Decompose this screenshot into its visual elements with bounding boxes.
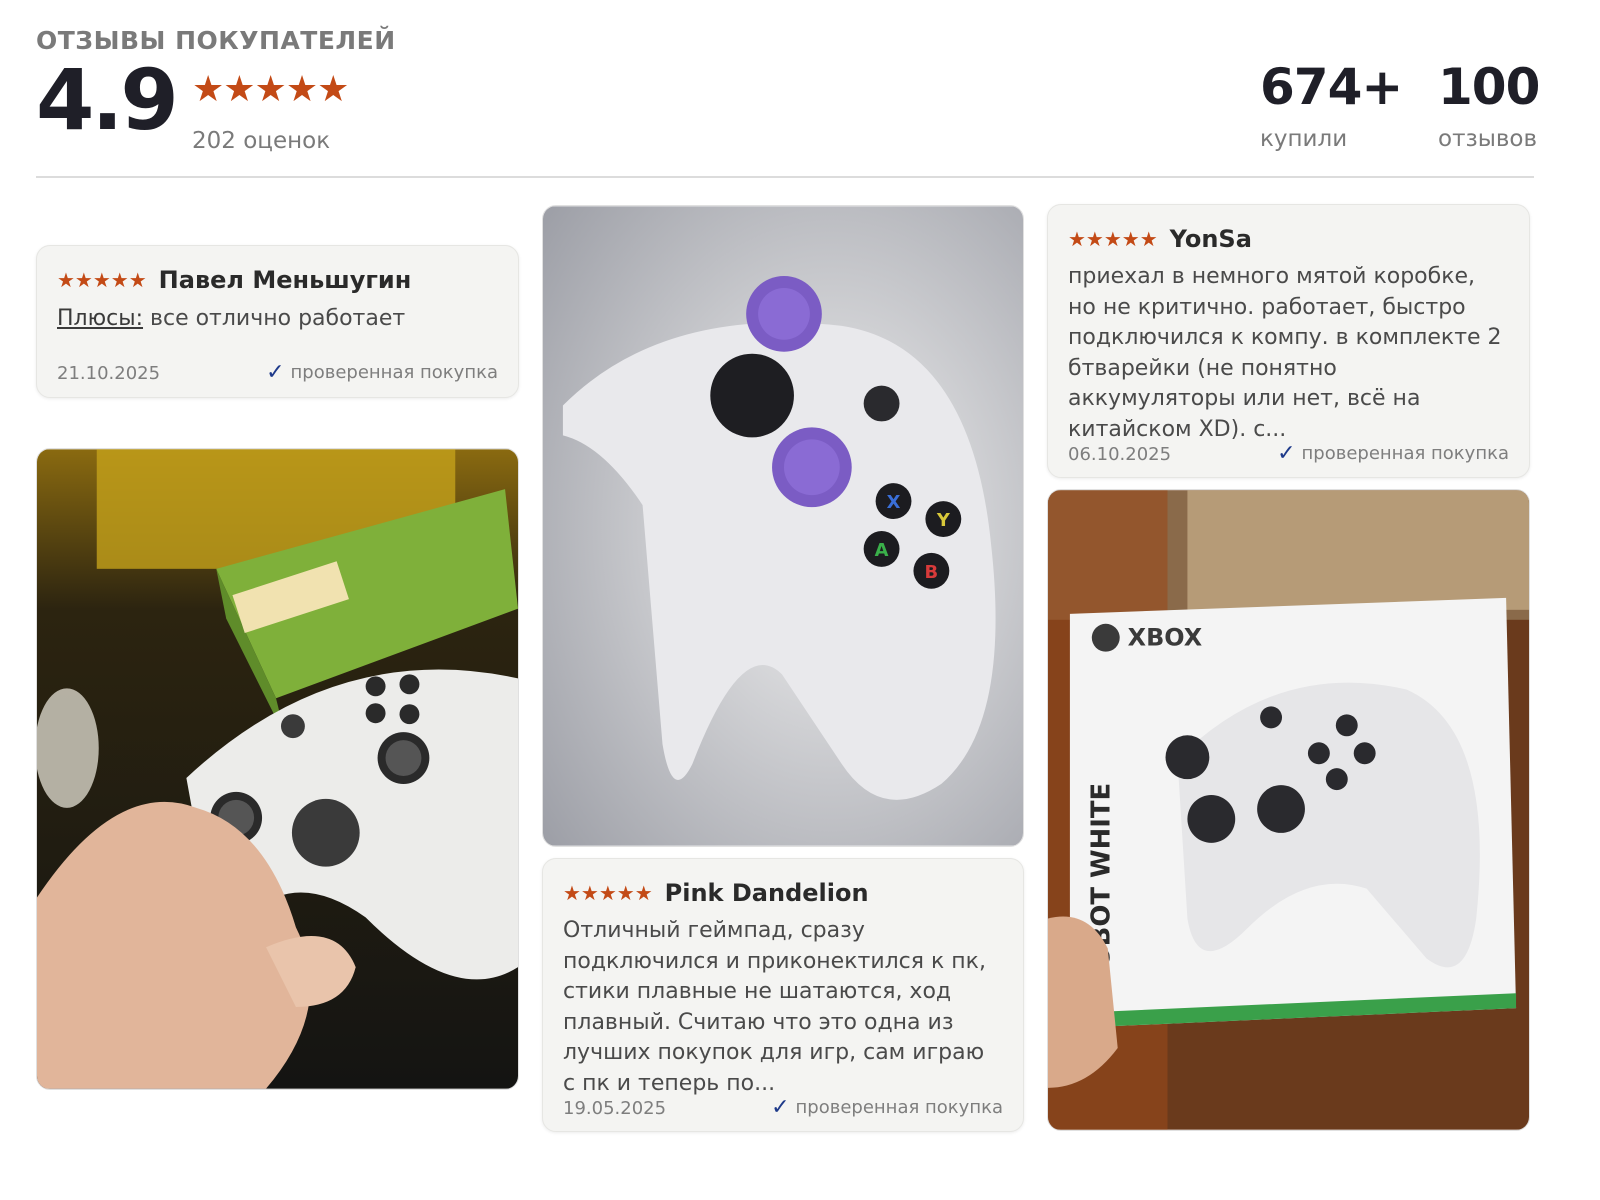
pros-text: все отлично работает [143, 306, 406, 331]
button-b-letter: B [925, 562, 939, 583]
review-date: 06.10.2025 [1068, 444, 1172, 465]
reviews-value: 100 [1438, 58, 1540, 116]
verified-badge: ✓ проверенная покупка [771, 1095, 1003, 1120]
review-author: YonSa [1169, 225, 1252, 253]
bought-label: купили [1260, 126, 1348, 152]
average-rating: 4.9 [36, 51, 179, 149]
review-photo[interactable]: XBOX ROBOT WHITE [1047, 489, 1530, 1131]
review-author: Павел Меньшугин [158, 266, 412, 294]
check-icon: ✓ [1277, 441, 1296, 466]
verified-badge: ✓ проверенная покупка [1277, 441, 1509, 466]
button-y-letter: Y [936, 510, 951, 531]
header-divider [36, 176, 1534, 178]
verified-label: проверенная покупка [290, 362, 498, 383]
verified-label: проверенная покупка [1301, 443, 1509, 464]
reviews-label: отзывов [1438, 126, 1538, 152]
review-stars: ★★★★★ [1068, 227, 1158, 251]
reviews-stat[interactable]: 100 отзывов [1438, 58, 1540, 152]
review-stars: ★★★★★ [563, 881, 653, 905]
review-stars: ★★★★★ [57, 268, 147, 292]
review-text: Плюсы: все отлично работает [57, 304, 498, 335]
review-text: Отличный геймпад, сразу подключился и пр… [563, 918, 986, 1096]
verified-badge: ✓ проверенная покупка [266, 360, 498, 385]
check-icon: ✓ [266, 360, 285, 385]
review-date: 19.05.2025 [563, 1098, 667, 1119]
button-a-letter: A [875, 540, 889, 561]
pros-label: Плюсы: [57, 306, 144, 331]
review-card[interactable]: ★★★★★ YonSa приехал в немного мятой коро… [1047, 204, 1530, 478]
rating-stars: ★★★★★ [192, 69, 349, 110]
box-brand: XBOX [1128, 624, 1203, 652]
bought-value: 674+ [1260, 58, 1403, 116]
button-x-letter: X [887, 492, 901, 513]
review-author: Pink Dandelion [664, 879, 869, 907]
ratings-count[interactable]: 202 оценок [192, 128, 330, 154]
controller-photo: X Y A B [543, 206, 1023, 846]
review-photo[interactable] [36, 448, 519, 1090]
review-card[interactable]: ★★★★★ Павел Меньшугин Плюсы: все отлично… [36, 245, 519, 398]
check-icon: ✓ [771, 1095, 790, 1120]
review-text: приехал в немного мятой коробке, но не к… [1068, 264, 1502, 442]
verified-label: проверенная покупка [795, 1097, 1003, 1118]
review-photo[interactable]: X Y A B [542, 205, 1024, 847]
review-date: 21.10.2025 [57, 363, 161, 384]
bought-stat: 674+ купили [1260, 58, 1403, 152]
xbox-box-photo: XBOX ROBOT WHITE [1048, 490, 1529, 1130]
controller-in-hand-photo [37, 449, 518, 1089]
review-card[interactable]: ★★★★★ Pink Dandelion Отличный геймпад, с… [542, 858, 1024, 1132]
